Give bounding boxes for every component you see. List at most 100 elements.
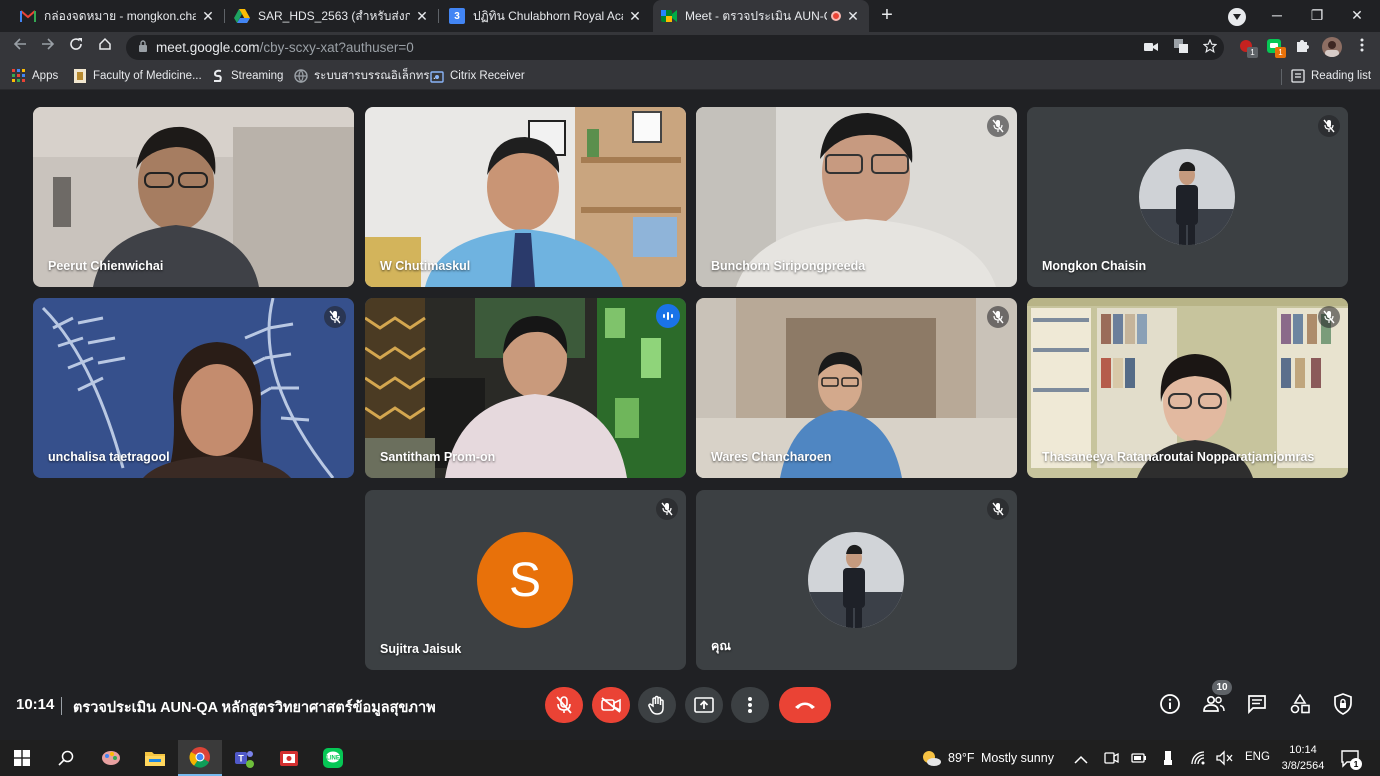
tray-usb-icon[interactable]	[1160, 750, 1176, 766]
avatar-photo-image	[1139, 149, 1235, 245]
tab-calendar[interactable]: 3 ปฏิทิน Chulabhorn Royal Academy ✕	[441, 0, 651, 32]
new-tab-button[interactable]: +	[876, 4, 898, 26]
present-screen-icon	[694, 697, 714, 713]
participant-tile[interactable]: Mongkon Chaisin	[1027, 107, 1348, 287]
start-button[interactable]	[0, 740, 44, 776]
search-icon	[58, 750, 74, 766]
people-icon	[1203, 695, 1225, 712]
close-tab-icon[interactable]: ✕	[200, 8, 216, 25]
browser-menu-button[interactable]	[1354, 37, 1374, 57]
svg-text:LINE: LINE	[326, 756, 340, 762]
reading-list-button[interactable]: Reading list	[1291, 67, 1371, 85]
taskbar-app-snip[interactable]	[267, 740, 311, 776]
bookmark-apps[interactable]: Apps	[12, 67, 58, 85]
present-screen-button[interactable]	[685, 687, 723, 723]
participant-tile[interactable]: unchalisa taetragool	[33, 298, 354, 478]
tray-wifi-icon[interactable]	[1190, 750, 1206, 766]
url-path: /cby-scxy-xat?authuser=0	[259, 40, 414, 55]
home-button[interactable]	[93, 36, 117, 58]
close-tab-icon[interactable]: ✕	[627, 8, 643, 25]
participant-tile[interactable]: Thasaneeya Ratanaroutai Nopparatjamjomra…	[1027, 298, 1348, 478]
home-icon	[99, 37, 111, 50]
taskbar-app-paint[interactable]	[89, 740, 133, 776]
weather-icon[interactable]	[920, 748, 942, 768]
participant-tile-speaking[interactable]: Santitham Prom-on	[365, 298, 686, 478]
participant-tile[interactable]: Peerut Chienwichai	[33, 107, 354, 287]
participant-tile[interactable]: S Sujitra Jaisuk	[365, 490, 686, 670]
meeting-details-button[interactable]	[1158, 692, 1182, 716]
participant-name: Sujitra Jaisuk	[380, 642, 462, 656]
participant-avatar	[1139, 149, 1235, 245]
activities-button[interactable]	[1288, 692, 1312, 716]
forward-button[interactable]	[36, 36, 60, 58]
line-app-icon: LINE	[323, 748, 343, 768]
meet-video-grid: Peerut Chienwichai W Chutimaskul Bunchor…	[0, 90, 1380, 680]
mic-off-icon	[556, 696, 572, 714]
host-controls-button[interactable]	[1331, 692, 1355, 716]
search-button[interactable]	[44, 740, 88, 776]
participant-tile-self[interactable]: คุณ	[696, 490, 1017, 670]
bookmark-faculty-of-medicine[interactable]: Faculty of Medicine...	[73, 67, 202, 85]
tray-volume-muted-icon[interactable]	[1216, 750, 1234, 766]
mic-off-indicator	[987, 115, 1009, 137]
taskbar-app-file-explorer[interactable]	[133, 740, 177, 776]
participant-tile[interactable]: Wares Chancharoen	[696, 298, 1017, 478]
camera-in-use-icon[interactable]	[1141, 39, 1161, 57]
chat-button[interactable]	[1245, 692, 1269, 716]
recording-indicator-icon	[831, 11, 841, 21]
minimize-button[interactable]: ─	[1257, 0, 1297, 32]
taskbar-app-chrome[interactable]	[178, 740, 222, 776]
more-options-button[interactable]	[731, 687, 769, 723]
taskbar-app-line[interactable]: LINE	[311, 740, 355, 776]
mic-off-indicator	[324, 306, 346, 328]
tab-gmail[interactable]: กล่องจดหมาย - mongkon.cha@cra ✕	[12, 0, 224, 32]
taskbar-clock-date[interactable]: 3/8/2564	[1278, 759, 1328, 773]
tray-meet-now-icon[interactable]	[1103, 750, 1119, 766]
toggle-camera-button[interactable]	[592, 687, 630, 723]
participant-tile[interactable]: W Chutimaskul	[365, 107, 686, 287]
profile-avatar[interactable]	[1322, 37, 1342, 57]
address-bar[interactable]: meet.google.com/cby-scxy-xat?authuser=0	[126, 35, 1224, 60]
mic-off-icon	[992, 502, 1004, 516]
translate-icon[interactable]	[1171, 39, 1191, 57]
extensions-button[interactable]	[1295, 37, 1315, 57]
taskbar-clock-time[interactable]: 10:14	[1278, 743, 1328, 757]
activities-icon	[1290, 694, 1310, 714]
close-window-button[interactable]: ✕	[1337, 0, 1377, 32]
folder-icon	[145, 752, 165, 766]
extension-line-button[interactable]: 1	[1266, 38, 1286, 58]
audio-level-icon	[663, 312, 673, 320]
info-icon	[1160, 694, 1180, 714]
faculty-icon	[74, 69, 86, 83]
reload-button[interactable]	[64, 36, 88, 58]
close-tab-icon[interactable]: ✕	[414, 8, 430, 25]
tab-drive[interactable]: SAR_HDS_2563 (สำหรับส่งกรรมกา ✕	[226, 0, 438, 32]
back-button[interactable]	[8, 36, 32, 58]
participant-tile[interactable]: Bunchorn Siripongpreeda	[696, 107, 1017, 287]
tab-search-button[interactable]	[1228, 8, 1246, 26]
bookmark-star-icon[interactable]	[1200, 38, 1220, 57]
taskbar-app-teams[interactable]: T	[222, 740, 266, 776]
toggle-mic-button[interactable]	[545, 687, 583, 723]
mic-off-indicator	[987, 498, 1009, 520]
maximize-button[interactable]: ❐	[1297, 0, 1337, 32]
mic-off-icon	[329, 310, 341, 324]
action-center-button[interactable]: 1	[1340, 748, 1364, 770]
extension-record-button[interactable]: 1	[1238, 38, 1258, 58]
show-everyone-button[interactable]	[1202, 692, 1226, 716]
leave-call-button[interactable]	[779, 687, 831, 723]
avatar-photo-image	[808, 532, 904, 628]
tray-battery-icon[interactable]	[1131, 750, 1147, 766]
bookmark-streaming[interactable]: Streaming	[211, 67, 283, 85]
input-language[interactable]: ENG	[1245, 751, 1270, 763]
chrome-icon	[189, 747, 210, 768]
screen: กล่องจดหมาย - mongkon.cha@cra ✕ SAR_HDS_…	[0, 0, 1380, 776]
bookmark-saraban[interactable]: ระบบสารบรรณอิเล็กทร...	[294, 67, 439, 85]
bookmark-citrix[interactable]: Citrix Receiver	[430, 67, 525, 85]
raise-hand-button[interactable]	[638, 687, 676, 723]
close-tab-icon[interactable]: ✕	[845, 8, 861, 25]
mic-off-icon	[1323, 310, 1335, 324]
tab-meet[interactable]: Meet - ตรวจประเมิน AUN-QA ห ✕	[653, 0, 869, 32]
show-hidden-icons-button[interactable]	[1074, 752, 1088, 764]
mic-off-indicator	[987, 306, 1009, 328]
